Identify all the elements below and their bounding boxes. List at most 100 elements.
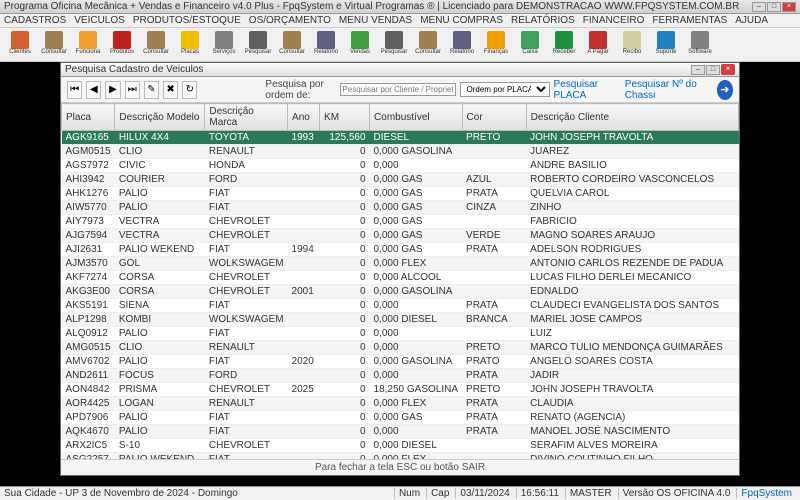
col-header[interactable]: Placa	[62, 104, 115, 131]
tool-consultar[interactable]: Consultar	[140, 30, 172, 60]
menu-os/orçamento[interactable]: OS/ORÇAMENTO	[249, 15, 331, 26]
search-label: Pesquisa por ordem de:	[265, 79, 335, 101]
status-date: 03/11/2024	[455, 488, 513, 499]
last-record-button[interactable]: ⏭	[125, 81, 140, 99]
close-button[interactable]: ×	[782, 2, 796, 12]
table-row[interactable]: ALP1298KOMBIWOLKSWAGEM00,000 DIESELBRANC…	[62, 313, 739, 327]
search-input[interactable]	[340, 83, 456, 96]
menu-cadastros[interactable]: CADASTROS	[4, 15, 66, 26]
edit-button[interactable]: ✎	[144, 81, 159, 99]
table-row[interactable]: AKG3E00CORSACHEVROLET200100,000 GASOLINA…	[62, 285, 739, 299]
consultar-icon	[147, 31, 165, 49]
col-header[interactable]: Ano	[288, 104, 320, 131]
dialog-footer: Para fechar a tela ESC ou botão SAIR	[61, 459, 739, 475]
table-row[interactable]: AMV6702PALIOFIAT202000,000 GASOLINAPRATO…	[62, 355, 739, 369]
serviços-icon	[215, 31, 233, 49]
dialog-maximize-button[interactable]: □	[706, 65, 720, 75]
table-row[interactable]: AKS5191SIENAFIAT00,000PRATACLAUDECI EVAN…	[62, 299, 739, 313]
menubar: CADASTROS VEICULOS PRODUTOS/ESTOQUE OS/ORÇA…	[0, 14, 800, 28]
funciona-icon	[79, 31, 97, 49]
table-row[interactable]: APD7906PALIOFIAT00,000 GASPRATARENATO (A…	[62, 411, 739, 425]
table-row[interactable]: AGK9165HILUX 4X4TOYOTA1993125,560DIESELP…	[62, 131, 739, 145]
next-record-button[interactable]: ▶	[105, 81, 120, 99]
menu-ajuda[interactable]: AJUDA	[735, 15, 768, 26]
vehicle-grid[interactable]: PlacaDescrição ModeloDescrição MarcaAnoK…	[61, 103, 739, 459]
table-row[interactable]: AON4842PRISMACHEVROLET2025018,250 GASOLI…	[62, 383, 739, 397]
tool-pesquisar[interactable]: Pesquisar	[378, 30, 410, 60]
menu-veiculos[interactable]: VEICULOS	[74, 15, 125, 26]
table-row[interactable]: AND2611FOCUSFORD00,000PRATAJADIR	[62, 369, 739, 383]
table-row[interactable]: ARX2IC5S-10CHEVROLET00,000 DIESELSERAFIM…	[62, 439, 739, 453]
tool-software[interactable]: Software	[684, 30, 716, 60]
prev-record-button[interactable]: ◀	[86, 81, 101, 99]
tool-placas[interactable]: Placas	[174, 30, 206, 60]
menu-relatórios[interactable]: RELATÓRIOS	[511, 15, 575, 26]
dialog-close-button[interactable]: ×	[721, 64, 735, 75]
search-go-button[interactable]: ➜	[717, 80, 733, 100]
tool-finanças[interactable]: Finanças	[480, 30, 512, 60]
table-row[interactable]: AMG0515CLIORENAULT00,000PRETOMARCO TULIO…	[62, 341, 739, 355]
tool-clientes[interactable]: Clientes	[4, 30, 36, 60]
tool-a pagar[interactable]: A Pagar	[582, 30, 614, 60]
produtos-icon	[113, 31, 131, 49]
refresh-button[interactable]: ↻	[182, 81, 197, 99]
table-row[interactable]: AGS7972CIVICHONDA00,000ANDRE BASILIO	[62, 159, 739, 173]
table-row[interactable]: AJG7594VECTRACHEVROLET00,000 GASVERDEMAG…	[62, 229, 739, 243]
menu-menu compras[interactable]: MENU COMPRAS	[420, 15, 503, 26]
table-row[interactable]: AHK1276PALIOFIAT00,000 GASPRATAQUELVIA C…	[62, 187, 739, 201]
col-header[interactable]: Cor	[462, 104, 526, 131]
menu-financeiro[interactable]: FINANCEIRO	[583, 15, 645, 26]
col-header[interactable]: Combustível	[370, 104, 463, 131]
recibo-icon	[623, 31, 641, 49]
caixa-icon	[521, 31, 539, 49]
tool-consultar[interactable]: Consultar	[276, 30, 308, 60]
first-record-button[interactable]: ⏮	[67, 81, 82, 99]
menu-ferramentas[interactable]: FERRAMENTAS	[652, 15, 727, 26]
table-row[interactable]: AHI3942COURIERFORD00,000 GASAZULROBERTO …	[62, 173, 739, 187]
placas-icon	[181, 31, 199, 49]
pesquisar-icon	[385, 31, 403, 49]
search-chassi-link[interactable]: Pesquisar Nº do Chassi	[625, 79, 711, 101]
tool-consultar[interactable]: Consultar	[38, 30, 70, 60]
status-cap: Cap	[426, 488, 453, 499]
tool-receber[interactable]: Receber	[548, 30, 580, 60]
search-placa-link[interactable]: Pesquisar PLACA	[554, 79, 619, 101]
table-row[interactable]: AIW5770PALIOFIAT00,000 GASCINZAZINHO	[62, 201, 739, 215]
table-row[interactable]: AIY7973VECTRACHEVROLET00,000 GASFABRICIO	[62, 215, 739, 229]
menu-produtos/estoque[interactable]: PRODUTOS/ESTOQUE	[133, 15, 241, 26]
col-header[interactable]: KM	[320, 104, 370, 131]
tool-produtos[interactable]: Produtos	[106, 30, 138, 60]
table-row[interactable]: AKF7274CORSACHEVROLET00,000 ALCOOLLUCAS …	[62, 271, 739, 285]
order-dropdown[interactable]: Ordem por PLACA	[460, 82, 550, 97]
col-header[interactable]: Descrição Modelo	[115, 104, 205, 131]
minimize-button[interactable]: –	[752, 2, 766, 12]
status-version: Versão OS OFICINA 4.0	[618, 488, 735, 499]
tool-relatório[interactable]: Relatório	[310, 30, 342, 60]
menu-menu vendas[interactable]: MENU VENDAS	[339, 15, 412, 26]
search-section: Pesquisa por ordem de: Ordem por PLACA	[265, 79, 549, 101]
tool-vendas[interactable]: Vendas	[344, 30, 376, 60]
consultar-icon	[283, 31, 301, 49]
table-row[interactable]: AGM0515CLIORENAULT00,000 GASOLINAJUAREZ	[62, 145, 739, 159]
table-row[interactable]: AQK4670PALIOFIAT00,000PRATAMANOEL JOSÉ N…	[62, 425, 739, 439]
col-header[interactable]: Descrição Marca	[205, 104, 288, 131]
clientes-icon	[11, 31, 29, 49]
tool-recibo[interactable]: Recibo	[616, 30, 648, 60]
table-row[interactable]: AJM3570GOLWOLKSWAGEM00,000 FLEXANTONIO C…	[62, 257, 739, 271]
tool-funciona[interactable]: Funciona	[72, 30, 104, 60]
tool-pesquisar[interactable]: Pesquisar	[242, 30, 274, 60]
table-row[interactable]: AJI2631PALIO WEKENDFIAT199400,000 GASPRA…	[62, 243, 739, 257]
workspace: Pesquisa Cadastro de Veiculos – □ × ⏮ ◀ …	[0, 62, 800, 486]
tool-suporte[interactable]: Suporte	[650, 30, 682, 60]
maximize-button[interactable]: □	[767, 2, 781, 12]
tool-serviços[interactable]: Serviços	[208, 30, 240, 60]
tool-caixa[interactable]: Caixa	[514, 30, 546, 60]
table-row[interactable]: AOR4425LOGANRENAULT00,000 FLEXPRATACLAUD…	[62, 397, 739, 411]
tool-relatório[interactable]: Relatório	[446, 30, 478, 60]
table-row[interactable]: ALQ0912PALIOFIAT00,000LUIZ	[62, 327, 739, 341]
tool-consultar[interactable]: Consultar	[412, 30, 444, 60]
dialog-minimize-button[interactable]: –	[691, 65, 705, 75]
delete-button[interactable]: ✖	[163, 81, 178, 99]
col-header[interactable]: Descrição Cliente	[526, 104, 738, 131]
footer-hint: Para fechar a tela ESC ou botão SAIR	[315, 462, 485, 473]
